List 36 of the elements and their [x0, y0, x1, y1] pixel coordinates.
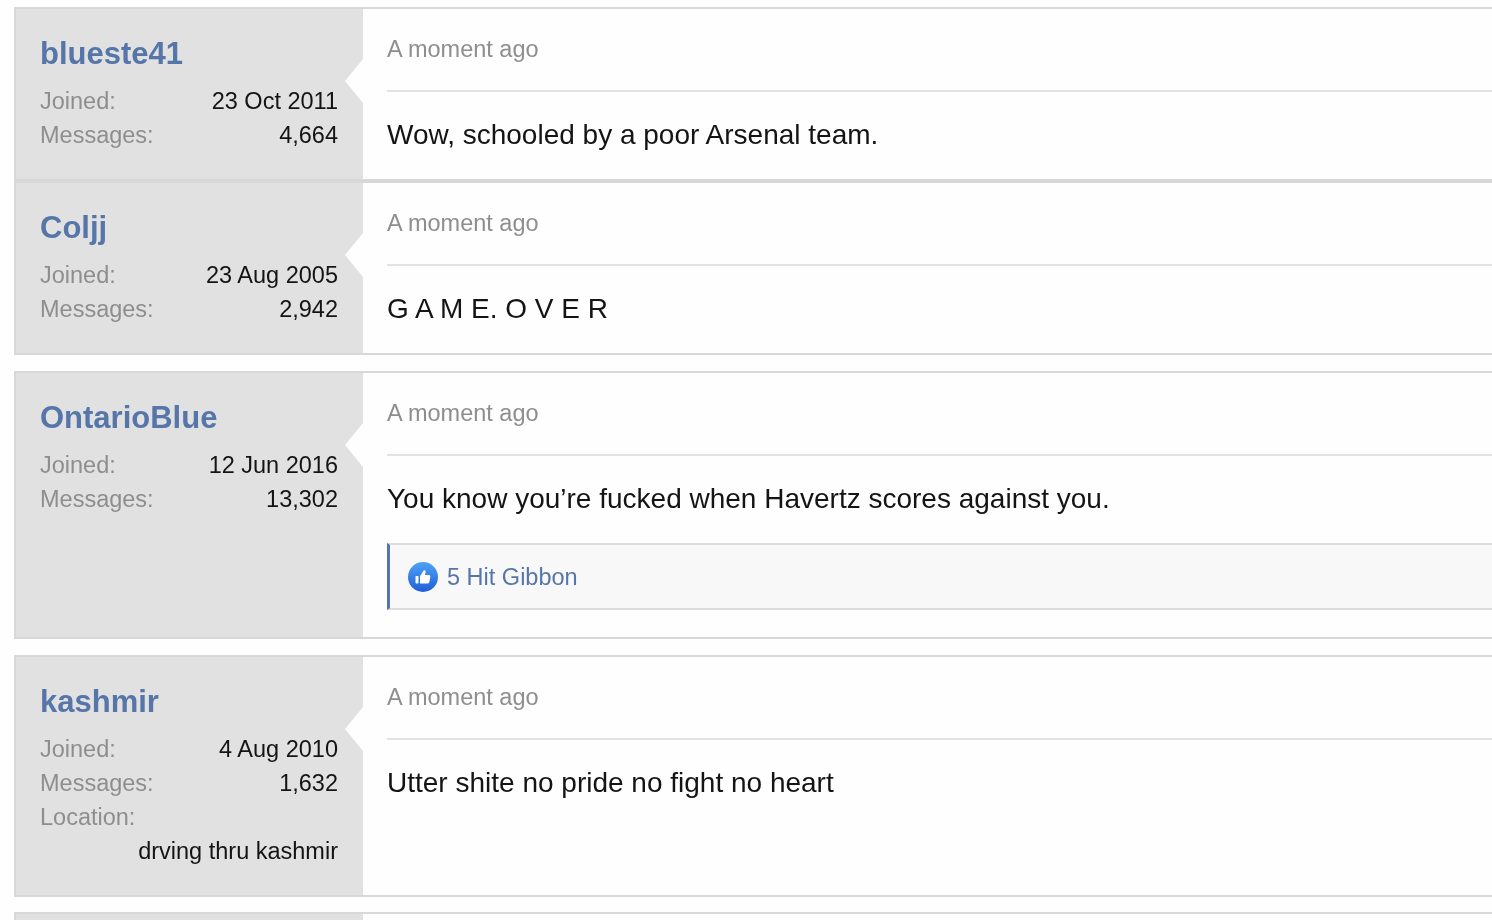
speech-pointer-icon	[345, 233, 363, 277]
post-message: Wow, schooled by a poor Arsenal team.	[387, 119, 880, 151]
field-label: Joined:	[40, 261, 116, 290]
username-link[interactable]: kashmir	[40, 684, 159, 720]
field-value: 1,632	[279, 769, 338, 798]
field-value: 13,302	[266, 485, 338, 514]
post-message: G A M E. O V E R	[387, 293, 609, 325]
username-link[interactable]: blueste41	[40, 36, 183, 72]
username-link[interactable]: Coljj	[40, 210, 108, 246]
thumbs-up-icon	[408, 561, 438, 592]
field-value: 23 Aug 2005	[206, 261, 338, 290]
speech-pointer-icon	[345, 707, 363, 751]
speech-pointer-icon	[345, 59, 363, 103]
field-label: Joined:	[40, 735, 116, 764]
field-value: 23 Oct 2011	[211, 87, 338, 116]
field-label: Location:	[40, 803, 136, 832]
field-label: Messages:	[40, 769, 154, 798]
post-timestamp: A moment ago	[387, 400, 539, 426]
post-timestamp: A moment ago	[387, 210, 539, 236]
field-value: 2,942	[279, 295, 338, 324]
post-message: Utter shite no pride no fight no heart	[387, 767, 835, 799]
post-timestamp: A moment ago	[387, 684, 539, 710]
field-label: Messages:	[40, 295, 154, 324]
field-label: Joined:	[40, 451, 116, 480]
field-value: drving thru kashmir	[138, 837, 338, 866]
post-message: You know you’re fucked when Havertz scores against you.	[387, 483, 1111, 515]
reaction-link[interactable]: 5 Hit Gibbon	[447, 562, 578, 591]
field-value: 12 Jun 2016	[208, 451, 338, 480]
speech-pointer-icon	[345, 423, 363, 467]
field-value: 4,664	[279, 121, 338, 150]
username-link[interactable]: OntarioBlue	[40, 400, 218, 436]
field-value: 4 Aug 2010	[219, 735, 338, 764]
field-label: Messages:	[40, 121, 154, 150]
post-timestamp: A moment ago	[387, 36, 539, 62]
field-label: Messages:	[40, 485, 154, 514]
field-label: Joined:	[40, 87, 116, 116]
